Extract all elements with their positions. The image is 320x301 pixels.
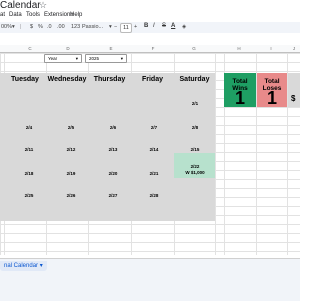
divider: | [20,24,22,30]
date-cell[interactable]: 2/15 [183,147,207,152]
fill-color-icon[interactable]: ◈ [182,24,186,30]
date-cell[interactable]: 2/19 [59,171,83,176]
menu-extensions[interactable]: Extensions [44,12,73,18]
year-label-cell[interactable]: Year ▾ [44,54,82,63]
date-cell[interactable]: 2/5 [59,125,83,130]
percent-format-icon[interactable]: % [38,24,43,30]
date-cell[interactable]: 2/26 [59,193,83,198]
document-title[interactable]: Calendar [0,0,41,11]
menu-help[interactable]: Help [70,12,82,18]
grid-line [215,53,216,255]
currency-format-icon[interactable]: $ [30,24,33,30]
sheet-tab-label: nal Calendar [4,263,39,269]
menu-data[interactable]: Data [9,12,22,18]
font-size-decrease[interactable]: − [114,24,117,30]
partial-stat-value: $ [291,94,296,103]
more-formats-icon[interactable]: 123 [71,24,80,30]
date-cell[interactable]: 2/1 [183,101,207,106]
italic-button[interactable]: I [153,23,155,29]
chevron-down-icon[interactable]: ▾ [40,263,43,269]
date-cell[interactable]: 2/20 [101,171,125,176]
date-cell[interactable]: 2/28 [142,193,166,198]
year-label: Year [48,56,58,61]
chevron-down-icon[interactable]: ▾ [109,24,112,30]
zoom-select[interactable]: 00% [1,24,12,30]
decimal-increase-icon[interactable]: .00 [57,24,65,30]
year-value: 2025 [89,56,100,61]
column-header-h[interactable]: H [224,45,254,52]
year-select[interactable]: 2025 ▾ [85,54,127,63]
menu-format[interactable]: at [0,12,5,18]
day-header-friday: Friday [141,76,163,83]
column-header-i[interactable]: I [256,45,286,52]
date-cell[interactable]: 2/22 [183,164,207,169]
date-cell[interactable]: 2/25 [17,193,41,198]
menu-tools[interactable]: Tools [26,12,40,18]
column-header-g[interactable]: G [168,45,220,52]
date-cell[interactable]: 2/11 [17,147,41,152]
total-losses-value: 1 [266,88,277,108]
chevron-down-icon[interactable]: ▾ [121,55,123,62]
chevron-down-icon[interactable]: ▾ [12,24,15,30]
date-cell[interactable]: 2/21 [142,171,166,176]
font-select[interactable]: Passio... [82,24,110,30]
day-header-saturday: Saturday [179,76,210,83]
text-color-button[interactable]: A [171,23,175,29]
day-header-thursday: Thursday [93,76,126,83]
bold-button[interactable]: B [144,23,148,29]
toolbar [0,22,300,33]
date-cell[interactable]: 2/13 [101,147,125,152]
date-cell[interactable]: 2/6 [101,125,125,130]
date-cell[interactable]: 2/18 [17,171,41,176]
strikethrough-button[interactable]: S [162,23,166,29]
date-cell[interactable]: 2/7 [142,125,166,130]
date-cell[interactable]: 2/14 [142,147,166,152]
decimal-decrease-icon[interactable]: .0 [47,24,52,30]
day-header-tuesday: Tuesday [11,76,39,83]
star-icon[interactable]: ☆ [39,0,47,11]
sheet-tab-calendar[interactable]: nal Calendar ▾ [0,261,47,271]
date-cell[interactable]: 2/4 [17,125,41,130]
day-header-wednesday: Wednesday [47,76,87,83]
font-size-increase[interactable]: + [134,24,137,30]
date-cell[interactable]: 2/12 [59,147,83,152]
win-note: W $1,000 [185,170,205,175]
total-wins-value: 1 [234,88,245,108]
chevron-down-icon[interactable]: ▾ [76,55,78,62]
column-header-j[interactable]: J [287,45,301,52]
date-cell[interactable]: 2/27 [101,193,125,198]
font-size-input[interactable]: 11 [120,23,132,33]
date-cell[interactable]: 2/8 [183,125,207,130]
